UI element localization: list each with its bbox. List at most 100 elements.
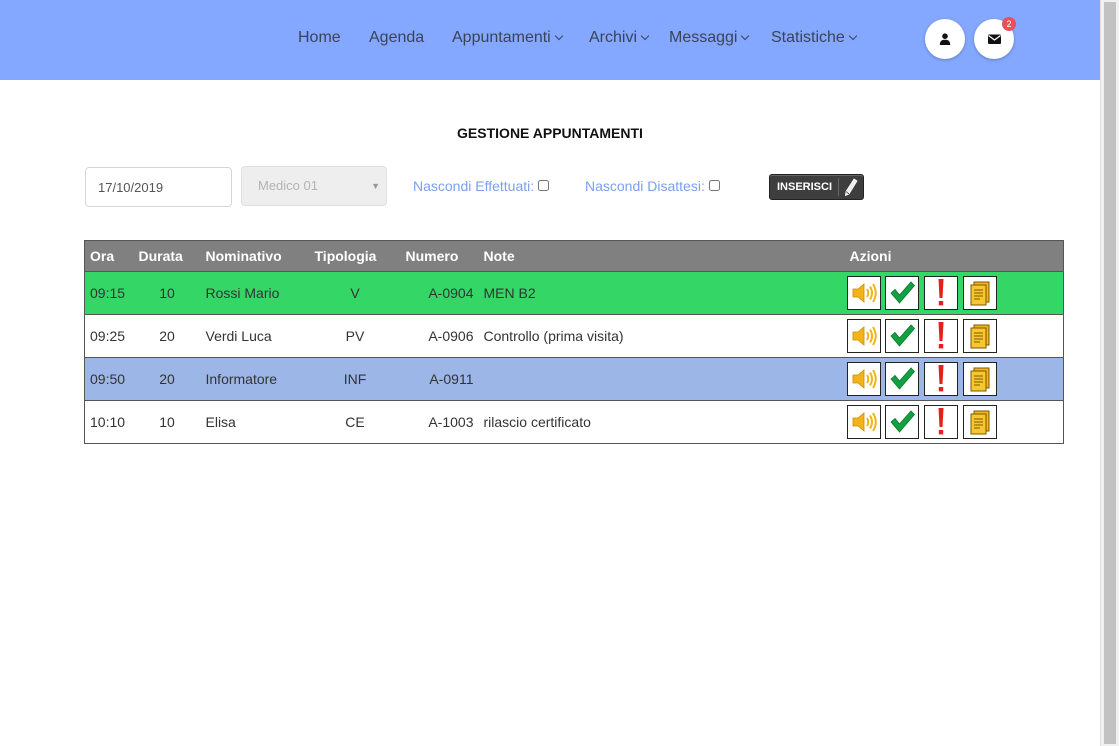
cell-note: [478, 357, 845, 401]
notes-button[interactable]: [963, 405, 998, 439]
audio-button[interactable]: [846, 362, 881, 396]
nav-messaggi[interactable]: Messaggi: [669, 28, 750, 48]
speaker-icon: [852, 326, 877, 346]
messages-button[interactable]: 2: [974, 17, 1016, 59]
exclamation-icon: [938, 322, 944, 349]
notes-button[interactable]: [963, 276, 998, 310]
col-ora[interactable]: Ora: [84, 240, 134, 272]
cell-ora: 09:50: [84, 357, 134, 401]
chevron-down-icon: [741, 31, 750, 41]
col-note[interactable]: Note: [478, 240, 845, 272]
cell-note: MEN B2: [478, 271, 845, 315]
cell-tipologia: CE: [309, 400, 401, 444]
speaker-icon: [852, 369, 877, 389]
cell-durata: 10: [133, 400, 201, 444]
cell-note: Controllo (prima visita): [478, 314, 845, 358]
mark-missed-button[interactable]: [924, 319, 959, 353]
insert-button[interactable]: INSERISCI: [769, 174, 864, 200]
cell-actions: [844, 400, 1064, 444]
exclamation-icon: [938, 408, 944, 435]
speaker-icon: [852, 283, 877, 303]
appointments-table: Ora Durata Nominativo Tipologia Numero N…: [84, 240, 1064, 444]
nav-home[interactable]: Home: [298, 28, 341, 48]
chevron-down-icon: [640, 31, 650, 41]
notes-button[interactable]: [963, 362, 998, 396]
doctor-select[interactable]: Medico 01 ▼: [241, 166, 387, 206]
col-tipologia[interactable]: Tipologia: [309, 240, 401, 272]
mark-done-button[interactable]: [885, 405, 920, 439]
chevron-down-icon: [554, 31, 563, 41]
mark-done-button[interactable]: [885, 362, 920, 396]
mark-missed-button[interactable]: [924, 362, 959, 396]
user-icon: [939, 33, 951, 45]
hide-done-checkbox[interactable]: [538, 180, 550, 191]
nav-appuntamenti[interactable]: Appuntamenti: [452, 28, 563, 48]
nav-agenda[interactable]: Agenda: [369, 28, 424, 48]
cell-ora: 09:25: [84, 314, 134, 358]
cell-durata: 20: [133, 314, 201, 358]
document-icon: [970, 281, 990, 306]
mark-done-button[interactable]: [885, 319, 920, 353]
scrollbar-thumb[interactable]: [1104, 2, 1116, 744]
pencil-icon: [845, 178, 858, 196]
audio-button[interactable]: [846, 319, 881, 353]
cell-tipologia: V: [309, 271, 401, 315]
checkmark-icon: [890, 367, 916, 390]
chevron-down-icon: [848, 31, 858, 41]
doctor-select-value: Medico 01: [258, 178, 318, 193]
vertical-scrollbar[interactable]: [1100, 0, 1119, 746]
cell-tipologia: PV: [309, 314, 401, 358]
cell-nominativo: Rossi Mario: [200, 271, 310, 315]
speaker-icon: [852, 412, 877, 432]
cell-ora: 09:15: [84, 271, 134, 315]
hide-missed-filter[interactable]: Nascondi Disattesi:: [585, 178, 720, 194]
table-row[interactable]: 09:15 10 Rossi Mario V A-0904 MEN B2: [84, 271, 1064, 315]
cell-actions: [844, 314, 1064, 358]
mark-missed-button[interactable]: [924, 276, 959, 310]
envelope-icon: [988, 34, 1001, 44]
mark-missed-button[interactable]: [924, 405, 959, 439]
exclamation-icon: [938, 365, 944, 392]
user-button[interactable]: [925, 19, 965, 59]
insert-button-label: INSERISCI: [777, 181, 833, 193]
col-nominativo[interactable]: Nominativo: [200, 240, 310, 272]
cell-note: rilascio certificato: [478, 400, 845, 444]
messages-badge: 2: [1002, 17, 1016, 31]
nav-archivi[interactable]: Archivi: [589, 28, 650, 48]
cell-numero: A-0904: [400, 271, 479, 315]
audio-button[interactable]: [846, 405, 881, 439]
checkmark-icon: [890, 281, 916, 304]
document-icon: [970, 367, 990, 392]
date-input[interactable]: [85, 167, 232, 207]
hide-done-filter[interactable]: Nascondi Effettuati:: [413, 178, 550, 194]
audio-button[interactable]: [846, 276, 881, 310]
cell-ora: 10:10: [84, 400, 134, 444]
cell-durata: 20: [133, 357, 201, 401]
checkmark-icon: [890, 324, 916, 347]
cell-nominativo: Verdi Luca: [200, 314, 310, 358]
cell-nominativo: Elisa: [200, 400, 310, 444]
nav-statistiche[interactable]: Statistiche: [771, 28, 858, 48]
cell-numero: A-0906: [400, 314, 479, 358]
table-row[interactable]: 09:50 20 Informatore INF A-0911: [84, 357, 1064, 401]
cell-actions: [844, 271, 1064, 315]
cell-actions: [844, 357, 1064, 401]
hide-done-label: Nascondi Effettuati:: [413, 178, 535, 194]
table-row[interactable]: 10:10 10 Elisa CE A-1003 rilascio certif…: [84, 400, 1064, 444]
top-navbar: Home Agenda Appuntamenti Archivi Messagg…: [0, 0, 1100, 80]
document-icon: [970, 324, 990, 349]
hide-missed-checkbox[interactable]: [708, 180, 720, 191]
page-title: GESTIONE APPUNTAMENTI: [457, 125, 643, 141]
table-header-row: Ora Durata Nominativo Tipologia Numero N…: [84, 240, 1064, 272]
notes-button[interactable]: [963, 319, 998, 353]
mark-done-button[interactable]: [885, 276, 920, 310]
dropdown-arrow-icon: ▼: [371, 181, 380, 191]
table-row[interactable]: 09:25 20 Verdi Luca PV A-0906 Controllo …: [84, 314, 1064, 358]
col-durata[interactable]: Durata: [133, 240, 201, 272]
hide-missed-label: Nascondi Disattesi:: [585, 178, 705, 194]
cell-durata: 10: [133, 271, 201, 315]
exclamation-icon: [938, 279, 944, 306]
cell-tipologia: INF: [309, 357, 401, 401]
cell-numero: A-0911: [400, 357, 479, 401]
col-numero[interactable]: Numero: [400, 240, 479, 272]
